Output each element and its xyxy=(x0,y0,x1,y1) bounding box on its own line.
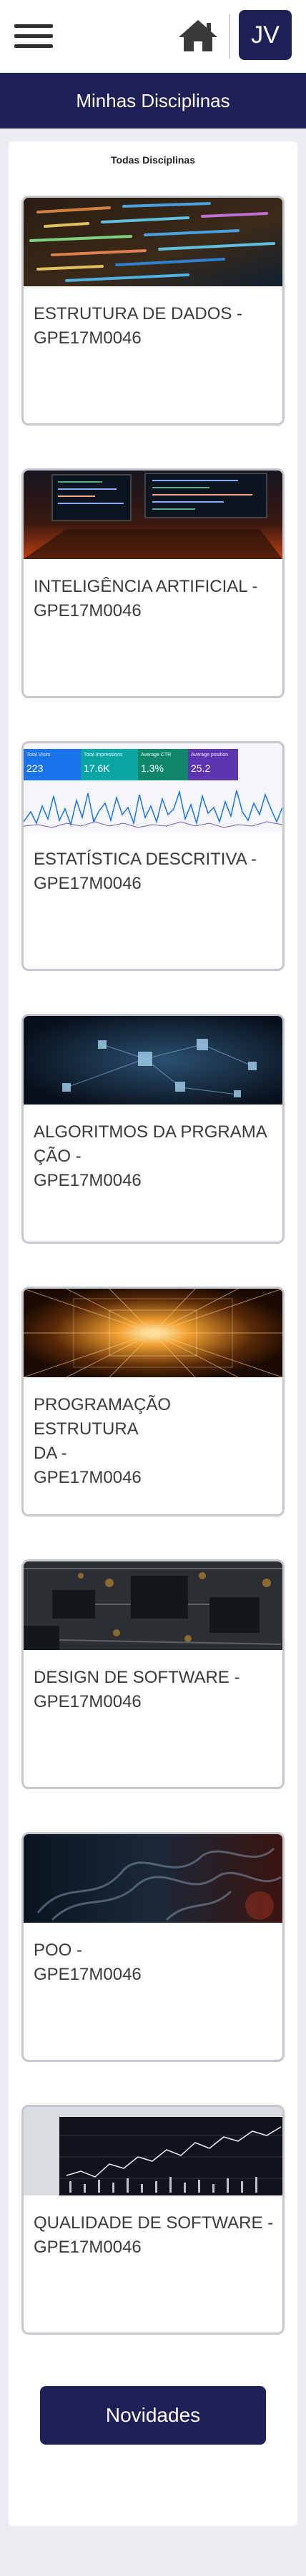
top-bar: JV xyxy=(0,0,306,73)
course-title: PROGRAMAÇÃO ESTRUTURA DA - GPE17M0046 xyxy=(34,1395,172,1487)
course-card[interactable]: POO - GPE17M0046 xyxy=(21,1832,285,2062)
course-title: QUALIDADE DE SOFTWARE - GPE17M0046 xyxy=(34,2213,274,2257)
header-divider xyxy=(229,14,230,59)
home-icon[interactable] xyxy=(177,19,219,53)
course-card[interactable]: ALGORITMOS DA PRGRAMA ÇÃO - GPE17M0046 xyxy=(21,1014,285,1244)
course-card[interactable]: DESIGN DE SOFTWARE - GPE17M0046 xyxy=(21,1559,285,1789)
stat-value: 17.6K xyxy=(84,763,110,774)
analytics-dashboard-image: Total Visits 223 Total Impressions 17.6K… xyxy=(24,743,282,832)
hamburger-menu-icon[interactable] xyxy=(14,24,53,49)
section-title: Todas Disciplinas xyxy=(111,154,195,166)
page-title: Minhas Disciplinas xyxy=(0,73,306,129)
course-card[interactable]: PROGRAMAÇÃO ESTRUTURA DA - GPE17M0046 xyxy=(21,1287,285,1516)
course-card[interactable]: QUALIDADE DE SOFTWARE - GPE17M0046 xyxy=(21,2105,285,2335)
stat-value: 25.2 xyxy=(191,763,210,774)
course-title: DESIGN DE SOFTWARE - GPE17M0046 xyxy=(34,1668,240,1711)
course-title: ESTATÍSTICA DESCRITIVA - GPE17M0046 xyxy=(34,850,257,893)
course-title: ESTRUTURA DE DADOS - GPE17M0046 xyxy=(34,304,243,348)
avatar[interactable]: JV xyxy=(239,10,292,60)
courses-panel: Todas Disciplinas ESTRUTURA DE DADOS - G… xyxy=(9,141,297,2526)
course-card[interactable]: Total Visits 223 Total Impressions 17.6K… xyxy=(21,741,285,971)
stat-value: 223 xyxy=(26,763,44,774)
stock-chart-image xyxy=(24,2107,282,2195)
smoke-dark-image xyxy=(24,1834,282,1923)
course-title: INTELIGÊNCIA ARTIFICIAL - GPE17M0046 xyxy=(34,577,258,620)
stat-label: Total Impressions xyxy=(84,753,123,758)
stat-label: Total Visits xyxy=(26,753,51,758)
data-tunnel-image xyxy=(24,1289,282,1377)
news-button[interactable]: Novidades xyxy=(40,2386,266,2445)
course-card[interactable]: ESTRUTURA DE DADOS - GPE17M0046 xyxy=(21,196,285,426)
stat-label: Average CTR xyxy=(141,753,171,758)
circuit-board-image xyxy=(24,1561,282,1650)
laptop-code-image xyxy=(24,471,282,559)
course-title: ALGORITMOS DA PRGRAMA ÇÃO - GPE17M0046 xyxy=(34,1122,267,1190)
course-title: POO - GPE17M0046 xyxy=(34,1941,142,1984)
course-card[interactable]: INTELIGÊNCIA ARTIFICIAL - GPE17M0046 xyxy=(21,468,285,698)
network-cubes-image xyxy=(24,1016,282,1105)
stat-value: 1.3% xyxy=(141,763,164,774)
code-screen-image xyxy=(24,198,282,286)
stat-label: Average position xyxy=(191,753,228,758)
